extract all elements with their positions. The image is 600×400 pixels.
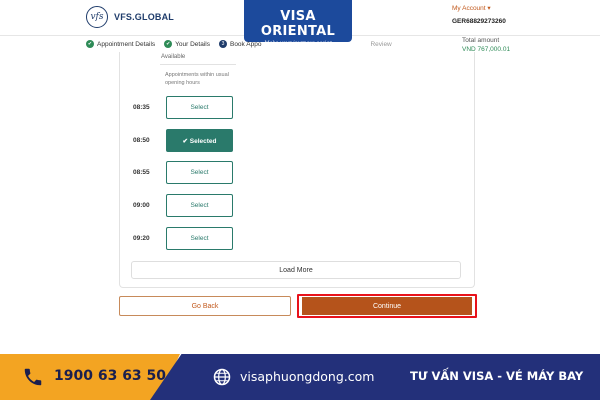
slot-time: 08:35: [133, 104, 150, 111]
slot-time: 08:55: [133, 169, 150, 176]
slot-time: 08:50: [133, 137, 150, 144]
check-circle-icon: ✔: [164, 40, 173, 48]
slot-time: 09:00: [133, 202, 150, 209]
selected-slot-button[interactable]: ✔ Selected: [166, 129, 233, 152]
step-number-icon: 3: [218, 40, 227, 48]
select-slot-button[interactable]: Select: [166, 96, 233, 119]
step-label: Review: [370, 40, 392, 48]
available-column-header: Available: [161, 54, 186, 60]
my-account-label: My Account: [452, 5, 486, 12]
phone-icon: [24, 368, 42, 386]
step-review[interactable]: Review: [370, 41, 391, 48]
continue-button[interactable]: Continue: [302, 297, 472, 315]
select-slot-button[interactable]: Select: [166, 161, 233, 184]
step-label: Your Details: [175, 40, 210, 48]
load-more-button[interactable]: Load More: [131, 261, 461, 279]
step-your-details[interactable]: ✔ Your Details: [164, 40, 210, 48]
vfs-logo[interactable]: vfs VFS.GLOBAL: [86, 6, 174, 28]
step-appointment-details[interactable]: ✔ Appointment Details: [86, 40, 155, 48]
step-label: Book Appo: [229, 40, 262, 48]
step-label: Appointment Details: [97, 40, 156, 48]
visa-oriental-title: VISA ORIENTAL: [260, 9, 336, 39]
reference-number: GER68829273260: [452, 18, 506, 25]
opening-hours-note: Appointments within usual opening hours: [165, 72, 229, 86]
step-book-appointment[interactable]: 3 Book Appo: [218, 40, 262, 48]
total-amount-label: Total amount: [462, 37, 500, 44]
go-back-button[interactable]: Go Back: [119, 296, 291, 316]
slot-time: 09:20: [133, 235, 150, 242]
my-account-menu[interactable]: My Account ▾: [452, 4, 491, 12]
footer-slogan: TƯ VẤN VISA - VÉ MÁY BAY: [410, 369, 584, 383]
select-slot-button[interactable]: Select: [166, 194, 233, 217]
divider: [160, 64, 236, 65]
progress-stepper: ✔ Appointment Details ✔ Your Details 3 B…: [86, 38, 401, 50]
visa-oriental-watermark: VISA ORIENTAL Make your journeys easier: [244, 0, 352, 46]
globe-icon: [213, 368, 231, 386]
vfs-logo-mark: vfs: [86, 6, 108, 28]
check-circle-icon: ✔: [86, 40, 94, 48]
promo-footer: 1900 63 63 50 visaphuongdong.com TƯ VẤN …: [0, 354, 600, 400]
website-link[interactable]: visaphuongdong.com: [240, 369, 374, 384]
chevron-down-icon: ▾: [487, 5, 491, 12]
vfs-logo-text: VFS.GLOBAL: [114, 12, 174, 22]
select-slot-button[interactable]: Select: [166, 227, 233, 250]
hotline-number: 1900 63 63 50: [54, 368, 167, 384]
